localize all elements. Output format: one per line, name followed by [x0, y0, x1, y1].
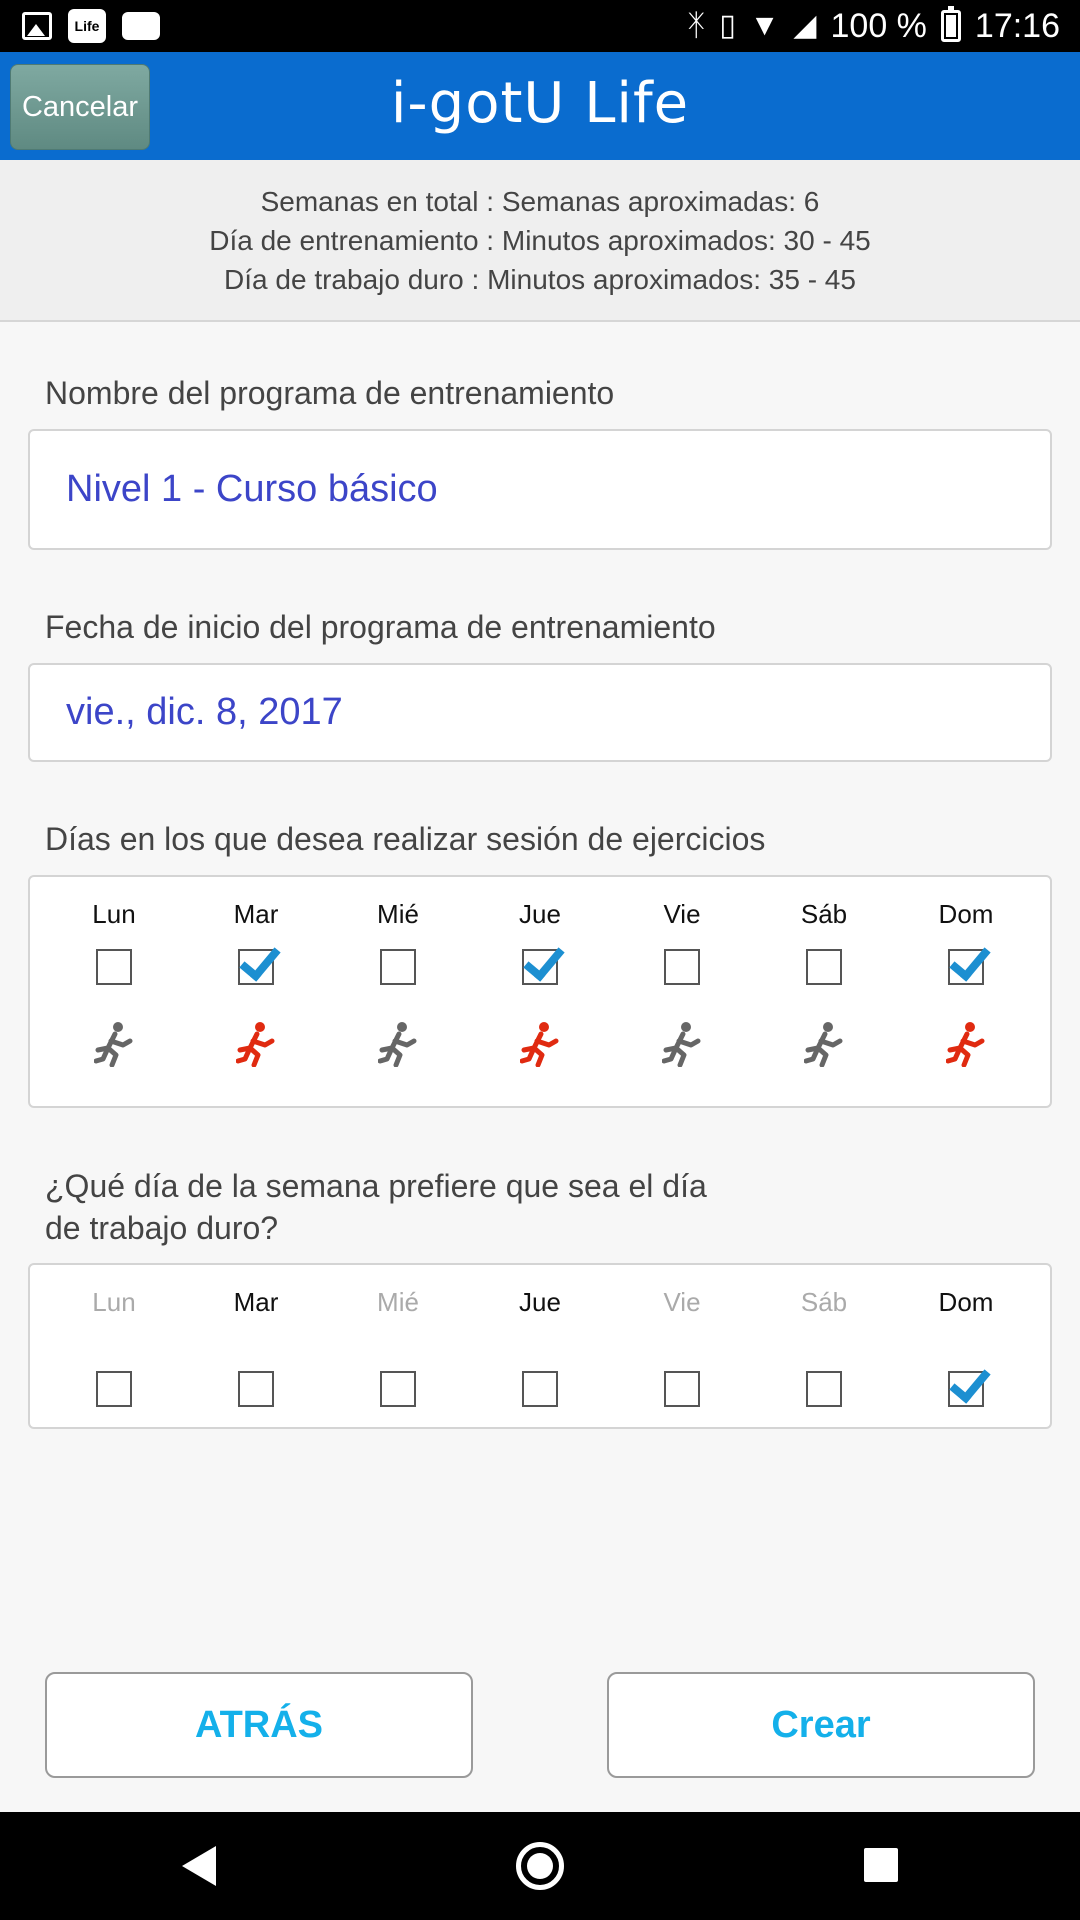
hard-day-label: Mié: [377, 1287, 419, 1317]
battery-icon: [940, 6, 961, 42]
exercise-day-label: Dom: [938, 899, 994, 929]
hard-day-2: Mar: [185, 1285, 327, 1407]
exercise-day-6: Sáb: [753, 897, 895, 1068]
hard-day-3: Mié: [327, 1285, 469, 1407]
exercise-day-label: Vie: [663, 899, 701, 929]
hard-day-label: Mar: [233, 1287, 279, 1317]
summary-hard-day: Día de trabajo duro : Minutos aproximado…: [224, 263, 856, 295]
exercise-day-label: Mar: [233, 899, 279, 929]
hard-day-label: Dom: [938, 1287, 994, 1317]
exercise-day-1: Lun: [43, 897, 185, 1068]
home-icon[interactable]: [516, 1842, 564, 1890]
start-date-field[interactable]: vie., dic. 8, 2017: [28, 663, 1052, 762]
hard-day-checkbox[interactable]: [238, 1371, 274, 1407]
summary-training-day: Día de entrenamiento : Minutos aproximad…: [209, 224, 871, 256]
recents-icon[interactable]: [864, 1848, 898, 1882]
hard-day-label: Sáb: [800, 1287, 848, 1317]
back-button[interactable]: ATRÁS: [45, 1672, 473, 1778]
exercise-day-3: Mié: [327, 897, 469, 1068]
hard-day-checkbox: [664, 1371, 700, 1407]
hard-day-checkbox: [806, 1371, 842, 1407]
battery-percent: 100 %: [830, 6, 927, 45]
hard-day-7: Dom: [895, 1285, 1037, 1407]
system-icons: ᛡ ▯ ▼ ◢ 100 % 17:16: [687, 0, 1060, 52]
exercise-days-box: Lun Mar Mié Jue Vie Sáb Dom: [28, 875, 1052, 1108]
program-summary: Semanas en total : Semanas aproximadas: …: [0, 160, 1080, 322]
runner-icon: [235, 1021, 276, 1068]
exercise-day-checkbox[interactable]: [806, 949, 842, 985]
create-button[interactable]: Crear: [607, 1672, 1035, 1778]
exercise-day-label: Jue: [519, 899, 561, 929]
runner-icon: [519, 1021, 560, 1068]
exercise-day-label: Sáb: [800, 899, 848, 929]
exercise-day-5: Vie: [611, 897, 753, 1068]
wifi-icon: ▼: [749, 9, 780, 42]
hard-day-checkbox: [380, 1371, 416, 1407]
clock: 17:16: [974, 6, 1060, 45]
hard-day-5: Vie: [611, 1285, 753, 1407]
app-logo: i-gotU Life: [390, 71, 690, 136]
runner-icon: [377, 1021, 418, 1068]
hard-day-checkbox[interactable]: [522, 1371, 558, 1407]
exercise-day-label: Lun: [92, 899, 136, 929]
hard-day-label: ¿Qué día de la semana prefiere que sea e…: [45, 1165, 707, 1249]
hard-day-label: Jue: [519, 1287, 561, 1317]
exercise-day-7: Dom: [895, 897, 1037, 1068]
runner-icon: [661, 1021, 702, 1068]
runner-icon: [945, 1021, 986, 1068]
program-name-field[interactable]: Nivel 1 - Curso básico: [28, 429, 1052, 550]
exercise-day-checkbox[interactable]: [664, 949, 700, 985]
exercise-day-4: Jue: [469, 897, 611, 1068]
hard-day-box: Lun Mar Mié Jue Vie Sáb Dom: [28, 1263, 1052, 1429]
bluetooth-icon: ᛡ: [687, 9, 706, 42]
hard-day-4: Jue: [469, 1285, 611, 1407]
hard-day-label: Lun: [92, 1287, 136, 1317]
exercise-days-label: Días en los que desea realizar sesión de…: [45, 821, 766, 857]
runner-icon: [93, 1021, 134, 1068]
system-nav-bar: [0, 1812, 1080, 1920]
exercise-day-checkbox[interactable]: [948, 949, 984, 985]
hard-day-label: Vie: [663, 1287, 701, 1317]
picture-icon: [22, 12, 52, 40]
exercise-day-2: Mar: [185, 897, 327, 1068]
start-date-label: Fecha de inicio del programa de entrenam…: [45, 609, 716, 645]
no-signal-icon: ◢: [793, 9, 817, 42]
hard-day-checkbox[interactable]: [948, 1371, 984, 1407]
exercise-day-checkbox[interactable]: [380, 949, 416, 985]
exercise-day-checkbox[interactable]: [522, 949, 558, 985]
hard-day-label-line2: de trabajo duro?: [45, 1210, 279, 1246]
back-icon[interactable]: [182, 1846, 216, 1886]
notification-icons: Life: [22, 8, 160, 44]
exercise-day-checkbox[interactable]: [238, 949, 274, 985]
hard-day-6: Sáb: [753, 1285, 895, 1407]
runner-icon: [803, 1021, 844, 1068]
hard-day-label-line1: ¿Qué día de la semana prefiere que sea e…: [45, 1168, 707, 1204]
hard-day-1: Lun: [43, 1285, 185, 1407]
status-bar: Life ᛡ ▯ ▼ ◢ 100 % 17:16: [0, 0, 1080, 52]
summary-weeks: Semanas en total : Semanas aproximadas: …: [260, 185, 820, 217]
life-app-icon: Life: [68, 9, 106, 43]
exercise-day-label: Mié: [377, 899, 419, 929]
vibrate-icon: ▯: [719, 9, 736, 42]
message-icon: [122, 12, 160, 40]
exercise-day-checkbox[interactable]: [96, 949, 132, 985]
program-name-label: Nombre del programa de entrenamiento: [45, 375, 615, 411]
app-header: Cancelar i-gotU Life: [0, 52, 1080, 160]
hard-day-checkbox: [96, 1371, 132, 1407]
